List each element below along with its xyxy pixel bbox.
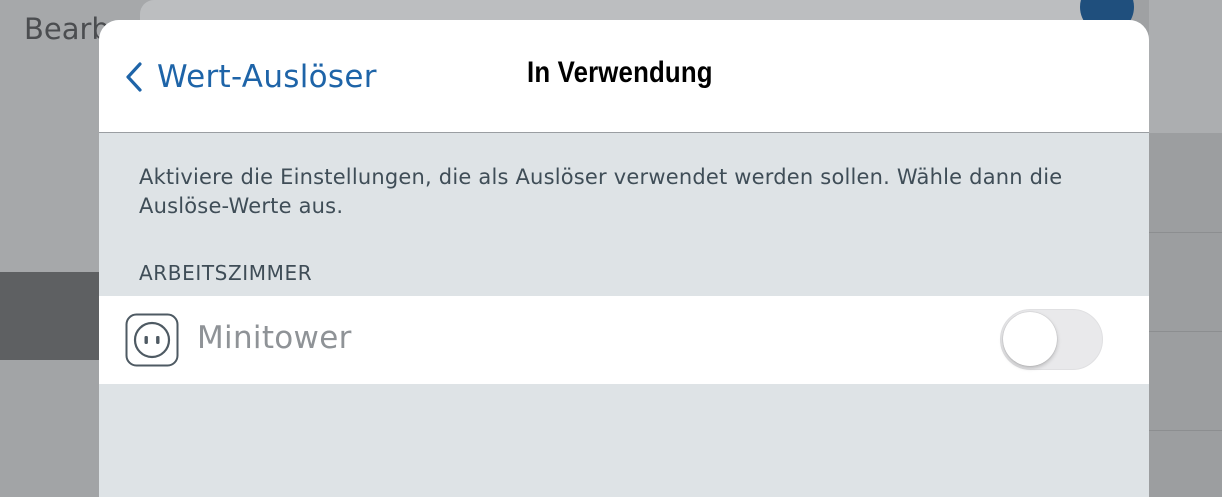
list-item[interactable]: Minitower (99, 296, 1149, 384)
page-title: In Verwendung (527, 56, 713, 89)
background-right-header (1149, 0, 1222, 133)
background-divider (1149, 232, 1222, 233)
section-header: ARBEITSZIMMER (139, 261, 313, 285)
toggle-switch[interactable] (1000, 309, 1103, 370)
background-divider (1149, 430, 1222, 431)
navigation-bar: Wert-Auslöser In Verwendung (99, 20, 1149, 133)
toggle-knob (1003, 312, 1057, 366)
modal-sheet: Wert-Auslöser In Verwendung Aktiviere di… (99, 20, 1149, 497)
chevron-left-icon (126, 62, 142, 92)
background-divider (1149, 331, 1222, 332)
power-outlet-icon (125, 313, 179, 367)
list-item-label: Minitower (197, 320, 352, 356)
background-title: Bearb (24, 12, 110, 46)
description-text: Aktiviere die Einstellungen, die als Aus… (139, 165, 1063, 218)
back-button[interactable]: Wert-Auslöser (123, 54, 377, 100)
back-button-label: Wert-Auslöser (157, 59, 377, 95)
background-right-list (1149, 133, 1222, 497)
